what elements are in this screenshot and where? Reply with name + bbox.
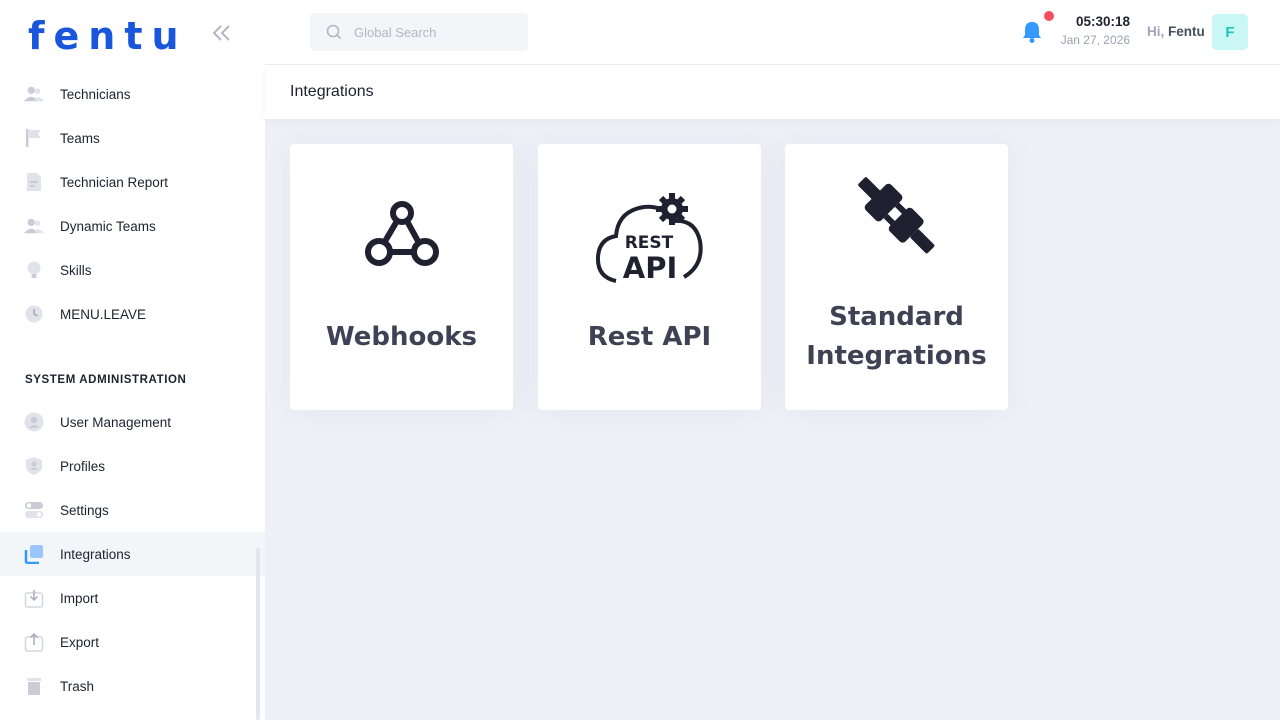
sidebar-item-label: Technician Report (60, 174, 169, 190)
toggle-icon (24, 500, 44, 520)
sidebar-item-label: Integrations (60, 546, 131, 562)
sidebar-item-integrations[interactable]: Integrations (0, 532, 265, 576)
sidebar-section-title: SYSTEM ADMINISTRATION (25, 374, 187, 386)
sidebar-item-label: MENU.LEAVE (60, 306, 147, 322)
sidebar-nav: Technicians Teams Technician Report Dyna… (0, 72, 265, 708)
double-chevron-left-icon (212, 25, 230, 41)
rest-api-card[interactable]: REST API Rest API (538, 144, 761, 410)
avatar[interactable]: F (1212, 14, 1248, 50)
sidebar-item-label: Dynamic Teams (60, 218, 156, 234)
clock: 05:30:18 Jan 27, 2026 (1055, 14, 1130, 47)
sidebar-item-skills[interactable]: Skills (0, 248, 265, 292)
sidebar: fentu Technicians Teams Technician Repor… (0, 0, 265, 720)
sidebar-item-settings[interactable]: Settings (0, 488, 265, 532)
card-title: Rest API (587, 322, 712, 352)
webhook-icon (290, 199, 513, 271)
card-title: Webhooks (326, 322, 477, 352)
sidebar-item-technician-report[interactable]: Technician Report (0, 160, 265, 204)
sidebar-item-label: Technicians (60, 86, 131, 102)
plug-icon (785, 170, 1008, 262)
flag-icon (24, 128, 44, 148)
sidebar-item-teams[interactable]: Teams (0, 116, 265, 160)
clock-icon (24, 304, 44, 324)
sidebar-item-export[interactable]: Export (0, 620, 265, 664)
sidebar-item-technicians[interactable]: Technicians (0, 72, 265, 116)
notification-dot (1044, 11, 1054, 21)
users-icon (24, 84, 44, 104)
global-search[interactable] (310, 13, 528, 51)
user-name: Fentu (1168, 24, 1205, 39)
user-circle-icon (24, 412, 44, 432)
standard-integrations-card[interactable]: Standard Integrations (785, 144, 1008, 410)
users-icon (24, 216, 44, 236)
sidebar-item-trash[interactable]: Trash (0, 664, 265, 708)
sidebar-item-label: Skills (60, 262, 92, 278)
sidebar-collapse-button[interactable] (210, 22, 234, 44)
subheader: Integrations (265, 65, 1280, 119)
sidebar-item-label: Teams (60, 130, 100, 146)
current-date: Jan 27, 2026 (1060, 33, 1130, 47)
import-icon (24, 588, 44, 608)
brand-name: fentu (28, 14, 188, 58)
webhooks-card[interactable]: Webhooks (290, 144, 513, 410)
sidebar-item-label: Import (60, 590, 99, 606)
sidebar-item-label: User Management (60, 414, 172, 430)
shield-user-icon (24, 456, 44, 476)
export-icon (24, 632, 44, 652)
card-title-line: Integrations (806, 341, 987, 371)
card-title-line: Standard (829, 302, 964, 332)
search-input[interactable] (354, 24, 514, 40)
sidebar-item-label: Settings (60, 502, 109, 518)
sidebar-item-label: Trash (60, 678, 95, 694)
sidebar-item-user-management[interactable]: User Management (0, 400, 265, 444)
card-title: Standard Integrations (785, 298, 1008, 376)
search-icon (326, 24, 342, 40)
sidebar-item-label: Export (60, 634, 100, 650)
notifications-button[interactable] (1021, 20, 1043, 44)
sidebar-item-label: Profiles (60, 458, 106, 474)
rest-api-cloud-icon: REST API (538, 189, 761, 283)
greeting-text: Hi, (1147, 24, 1165, 39)
sidebar-item-import[interactable]: Import (0, 576, 265, 620)
layers-icon (24, 544, 44, 564)
sidebar-item-dynamic-teams[interactable]: Dynamic Teams (0, 204, 265, 248)
page-title: Integrations (290, 83, 374, 100)
user-greeting[interactable]: Hi, Fentu (1147, 24, 1205, 39)
top-header: 05:30:18 Jan 27, 2026 Hi, Fentu F (265, 0, 1280, 65)
sidebar-item-profiles[interactable]: Profiles (0, 444, 265, 488)
bell-icon (1023, 22, 1041, 43)
report-icon (24, 172, 44, 192)
sidebar-scrollbar[interactable] (256, 548, 260, 720)
sidebar-item-leave[interactable]: MENU.LEAVE (0, 292, 265, 336)
api-icon-text: API (622, 251, 677, 283)
current-time: 05:30:18 (1075, 14, 1130, 29)
brand-logo[interactable]: fentu (28, 14, 188, 58)
rest-icon-text: REST (624, 233, 673, 253)
bulb-icon (24, 260, 44, 280)
trash-icon (24, 676, 44, 696)
